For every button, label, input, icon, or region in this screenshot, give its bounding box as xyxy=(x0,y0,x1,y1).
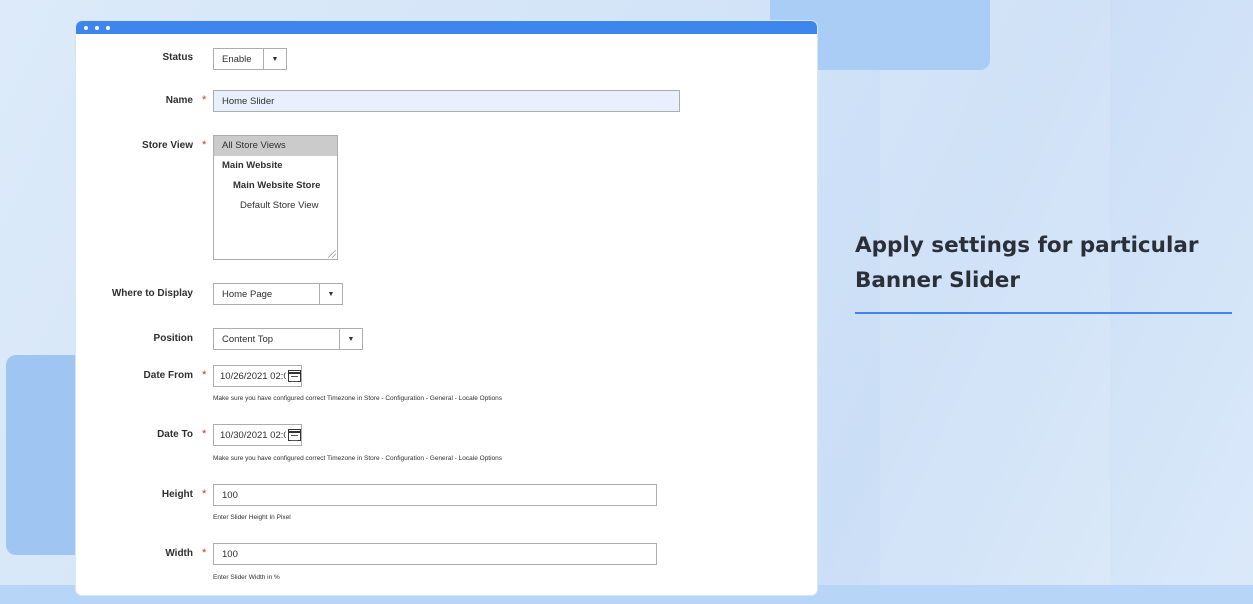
required-marker: * xyxy=(202,94,207,106)
store-view-option[interactable]: Main Website xyxy=(214,156,337,176)
required-marker: * xyxy=(202,369,207,381)
store-view-multiselect[interactable]: All Store Views Main Website Main Websit… xyxy=(213,135,338,260)
heading-underline xyxy=(855,312,1232,314)
feature-heading-line: Apply settings for particular xyxy=(855,233,1199,258)
name-input[interactable]: Home Slider xyxy=(213,90,680,112)
calendar-icon[interactable] xyxy=(288,370,301,382)
feature-heading-line: Banner Slider xyxy=(855,268,1020,293)
required-marker: * xyxy=(202,488,207,500)
height-label: Height xyxy=(161,489,193,500)
chevron-down-icon: ▼ xyxy=(263,49,286,69)
chevron-down-icon: ▼ xyxy=(319,284,342,304)
store-view-option[interactable]: Main Website Store xyxy=(214,176,337,196)
width-input[interactable]: 100 xyxy=(213,543,657,565)
position-value: Content Top xyxy=(222,333,274,345)
window-dot-icon xyxy=(106,25,110,30)
window-dot-icon xyxy=(84,25,88,30)
browser-window: Status Enable ▼ Name * Home Slider Store… xyxy=(76,21,817,595)
status-label: Status xyxy=(162,52,193,63)
width-label: Width xyxy=(165,548,193,559)
required-marker: * xyxy=(202,428,207,440)
date-to-value: 10/30/2021 02:0 xyxy=(220,429,287,441)
width-hint: Enter Slider Width in % xyxy=(213,574,280,581)
required-marker: * xyxy=(202,547,207,559)
date-from-input[interactable]: 10/26/2021 02:0 xyxy=(213,365,302,387)
position-select[interactable]: Content Top ▼ xyxy=(213,328,363,350)
status-select[interactable]: Enable ▼ xyxy=(213,48,287,70)
store-view-row: Store View * All Store Views Main Websit… xyxy=(76,135,817,260)
date-from-label: Date From xyxy=(143,370,193,381)
name-value: Home Slider xyxy=(222,95,275,107)
store-view-option[interactable]: Default Store View xyxy=(214,196,337,216)
resize-handle-icon[interactable] xyxy=(328,250,336,258)
where-to-display-value: Home Page xyxy=(222,288,273,300)
height-value: 100 xyxy=(222,489,238,501)
where-to-display-select[interactable]: Home Page ▼ xyxy=(213,283,343,305)
date-from-value: 10/26/2021 02:0 xyxy=(220,370,287,382)
width-value: 100 xyxy=(222,548,238,560)
feature-heading: Apply settings for particular Banner Sli… xyxy=(855,228,1198,298)
status-value: Enable xyxy=(222,53,252,65)
date-to-hint: Make sure you have configured correct Ti… xyxy=(213,455,503,462)
background-stripe xyxy=(880,0,1110,604)
height-input[interactable]: 100 xyxy=(213,484,657,506)
name-label: Name xyxy=(165,95,193,106)
where-to-display-label: Where to Display xyxy=(111,288,193,299)
store-view-label: Store View xyxy=(142,140,193,151)
date-to-input[interactable]: 10/30/2021 02:0 xyxy=(213,424,302,446)
chevron-down-icon: ▼ xyxy=(339,329,362,349)
position-label: Position xyxy=(153,333,193,344)
calendar-icon[interactable] xyxy=(288,429,301,441)
height-hint: Enter Slider Height In Pixel xyxy=(213,514,291,521)
window-titlebar xyxy=(76,21,817,34)
window-dot-icon xyxy=(95,25,99,30)
required-marker: * xyxy=(202,139,207,151)
date-from-hint: Make sure you have configured correct Ti… xyxy=(213,395,503,402)
store-view-option[interactable]: All Store Views xyxy=(214,136,337,156)
date-to-label: Date To xyxy=(157,429,193,440)
